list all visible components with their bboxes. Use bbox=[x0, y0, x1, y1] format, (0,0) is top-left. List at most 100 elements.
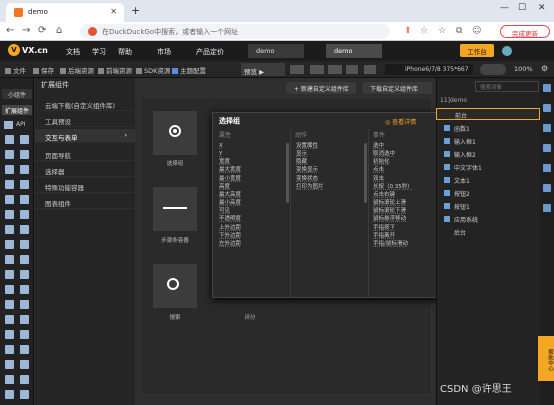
widget-icon-17[interactable] bbox=[5, 255, 14, 264]
api-icon[interactable] bbox=[4, 121, 13, 129]
widget-icon-14[interactable] bbox=[20, 225, 29, 234]
widget-icon-15[interactable] bbox=[5, 240, 14, 249]
back-icon[interactable]: ← bbox=[6, 25, 14, 36]
save-button[interactable]: 保存 bbox=[33, 65, 54, 75]
data-icon[interactable] bbox=[543, 164, 551, 172]
widget-icon-23[interactable] bbox=[5, 300, 14, 309]
tree-root-label[interactable]: 11]demo bbox=[440, 97, 467, 104]
widget-icon-22[interactable] bbox=[20, 285, 29, 294]
widget-icon-32[interactable] bbox=[20, 360, 29, 369]
panel-item-tool-presets[interactable]: 工具预设 bbox=[35, 113, 135, 127]
file-button[interactable]: 文件 bbox=[5, 65, 26, 75]
settings-icon[interactable]: ⚙ bbox=[541, 64, 548, 73]
build-icon[interactable] bbox=[328, 65, 342, 74]
view-details-link[interactable]: ◎ 查看详情 bbox=[385, 117, 416, 126]
widget-icon-6[interactable] bbox=[20, 165, 29, 174]
tree-item-input2[interactable]: 输入框2 bbox=[436, 148, 540, 160]
widget-icon-7[interactable] bbox=[5, 180, 14, 189]
new-custom-library-button[interactable]: + 新建自定义组件库 bbox=[286, 82, 356, 94]
sdk-button[interactable]: SDK资源 bbox=[136, 65, 170, 75]
widget-icon-9[interactable] bbox=[5, 195, 14, 204]
bookmark-icon[interactable]: ☆ bbox=[420, 26, 428, 36]
preview-button[interactable]: 预览 ▶ bbox=[241, 63, 285, 76]
doc-tab-2[interactable]: demo bbox=[326, 44, 382, 58]
widget-icon-8[interactable] bbox=[20, 180, 29, 189]
widget-icon-1[interactable] bbox=[5, 135, 14, 144]
widget-icon-34[interactable] bbox=[20, 375, 29, 384]
zoom-level[interactable]: 100% bbox=[514, 65, 533, 73]
help-center-tab[interactable]: 帮助中心 bbox=[538, 336, 554, 381]
widget-icon-19[interactable] bbox=[5, 270, 14, 279]
tree-item-font1[interactable]: 中文字体1 bbox=[436, 161, 540, 173]
object-search-input[interactable]: 搜索对象 bbox=[475, 81, 539, 92]
widget-icon-30[interactable] bbox=[20, 345, 29, 354]
panel-item-interaction-forms[interactable]: 交互与表单 › bbox=[35, 129, 135, 143]
debug-icon[interactable] bbox=[290, 65, 304, 74]
user-avatar[interactable] bbox=[502, 46, 512, 56]
widget-icon-13[interactable] bbox=[5, 225, 14, 234]
share-icon[interactable] bbox=[364, 65, 376, 74]
workbench-button[interactable]: 工作台 bbox=[460, 44, 494, 57]
layer-icon[interactable] bbox=[543, 84, 551, 92]
close-window-icon[interactable]: ✕ bbox=[538, 3, 546, 13]
widget-icon-18[interactable] bbox=[20, 255, 29, 264]
panel-item-charts[interactable]: 图表组件 bbox=[35, 195, 135, 209]
device-select[interactable]: iPhone6/7/8 375*667 bbox=[385, 64, 473, 75]
menu-market[interactable]: 市场 bbox=[157, 47, 171, 57]
widget-icon-36[interactable] bbox=[20, 390, 29, 399]
widget-icon-31[interactable] bbox=[5, 360, 14, 369]
widget-icon-5[interactable] bbox=[5, 165, 14, 174]
menu-help[interactable]: 帮助 bbox=[118, 47, 132, 57]
event-icon[interactable] bbox=[543, 124, 551, 132]
menu-pricing[interactable]: 产品定价 bbox=[196, 47, 224, 57]
update-button[interactable]: 完成更新 bbox=[500, 25, 550, 38]
component-card-choice-group[interactable] bbox=[153, 111, 197, 155]
widget-icon-29[interactable] bbox=[5, 345, 14, 354]
panel-item-page-navigation[interactable]: 页面导航 bbox=[35, 147, 135, 161]
theme-button[interactable]: 主题配置 bbox=[172, 65, 206, 75]
widget-icon-11[interactable] bbox=[5, 210, 14, 219]
plugin-icon[interactable] bbox=[543, 204, 551, 212]
tree-item-text1[interactable]: 文本1 bbox=[436, 174, 540, 186]
widget-icon-4[interactable] bbox=[20, 150, 29, 159]
browser-tab[interactable]: demo ✕ bbox=[6, 3, 124, 22]
menu-docs[interactable]: 文档 bbox=[66, 47, 80, 57]
widget-icon-12[interactable] bbox=[20, 210, 29, 219]
widget-icon-28[interactable] bbox=[20, 330, 29, 339]
tab-basic-widgets[interactable]: 小组件 bbox=[2, 89, 32, 99]
tab-extended-widgets[interactable]: 扩展组件 bbox=[2, 105, 32, 115]
tree-item-frontend[interactable]: 前台 bbox=[436, 108, 540, 120]
code-icon[interactable] bbox=[543, 184, 551, 192]
style-icon[interactable] bbox=[543, 104, 551, 112]
widget-icon-25[interactable] bbox=[5, 315, 14, 324]
widget-icon-33[interactable] bbox=[5, 375, 14, 384]
profile-icon[interactable]: ☺ bbox=[472, 26, 481, 36]
widget-icon-35[interactable] bbox=[5, 390, 14, 399]
home-icon[interactable]: ⌂ bbox=[56, 25, 62, 36]
panel-item-selector[interactable]: 选择器 bbox=[35, 163, 135, 177]
frontend-button[interactable]: 前端资源 bbox=[98, 65, 132, 75]
download-custom-library-button[interactable]: 下载自定义组件库 bbox=[362, 82, 432, 94]
widget-icon-21[interactable] bbox=[5, 285, 14, 294]
widget-icon-24[interactable] bbox=[20, 300, 29, 309]
widget-icon-3[interactable] bbox=[5, 150, 14, 159]
tree-item-button1[interactable]: 按钮1 bbox=[436, 200, 540, 212]
publish-icon[interactable] bbox=[346, 65, 358, 74]
extension-icon[interactable]: ⬆ bbox=[404, 26, 412, 36]
widget-icon-26[interactable] bbox=[20, 315, 29, 324]
widget-icon-16[interactable] bbox=[20, 240, 29, 249]
panel-item-special-container[interactable]: 特殊功能容器 bbox=[35, 179, 135, 193]
minimize-icon[interactable]: — bbox=[500, 3, 509, 13]
forward-icon[interactable]: → bbox=[22, 25, 30, 36]
panel-item-cloud-download[interactable]: 云端下载(自定义组件库) bbox=[35, 97, 135, 111]
tree-item-button2[interactable]: 按钮2 bbox=[436, 187, 540, 199]
widget-icon-10[interactable] bbox=[20, 195, 29, 204]
backend-button[interactable]: 后端资源 bbox=[60, 65, 94, 75]
font-tool-icon[interactable] bbox=[543, 144, 551, 152]
favorites-icon[interactable]: ☆ bbox=[438, 26, 446, 36]
tree-item-backend[interactable]: 后台 bbox=[436, 226, 540, 238]
component-card-search[interactable] bbox=[153, 264, 197, 308]
new-tab-icon[interactable]: + bbox=[131, 4, 140, 17]
url-input[interactable]: 在DuckDuckGo中搜索，或者输入一个网址 bbox=[80, 24, 390, 39]
widget-icon-2[interactable] bbox=[20, 135, 29, 144]
